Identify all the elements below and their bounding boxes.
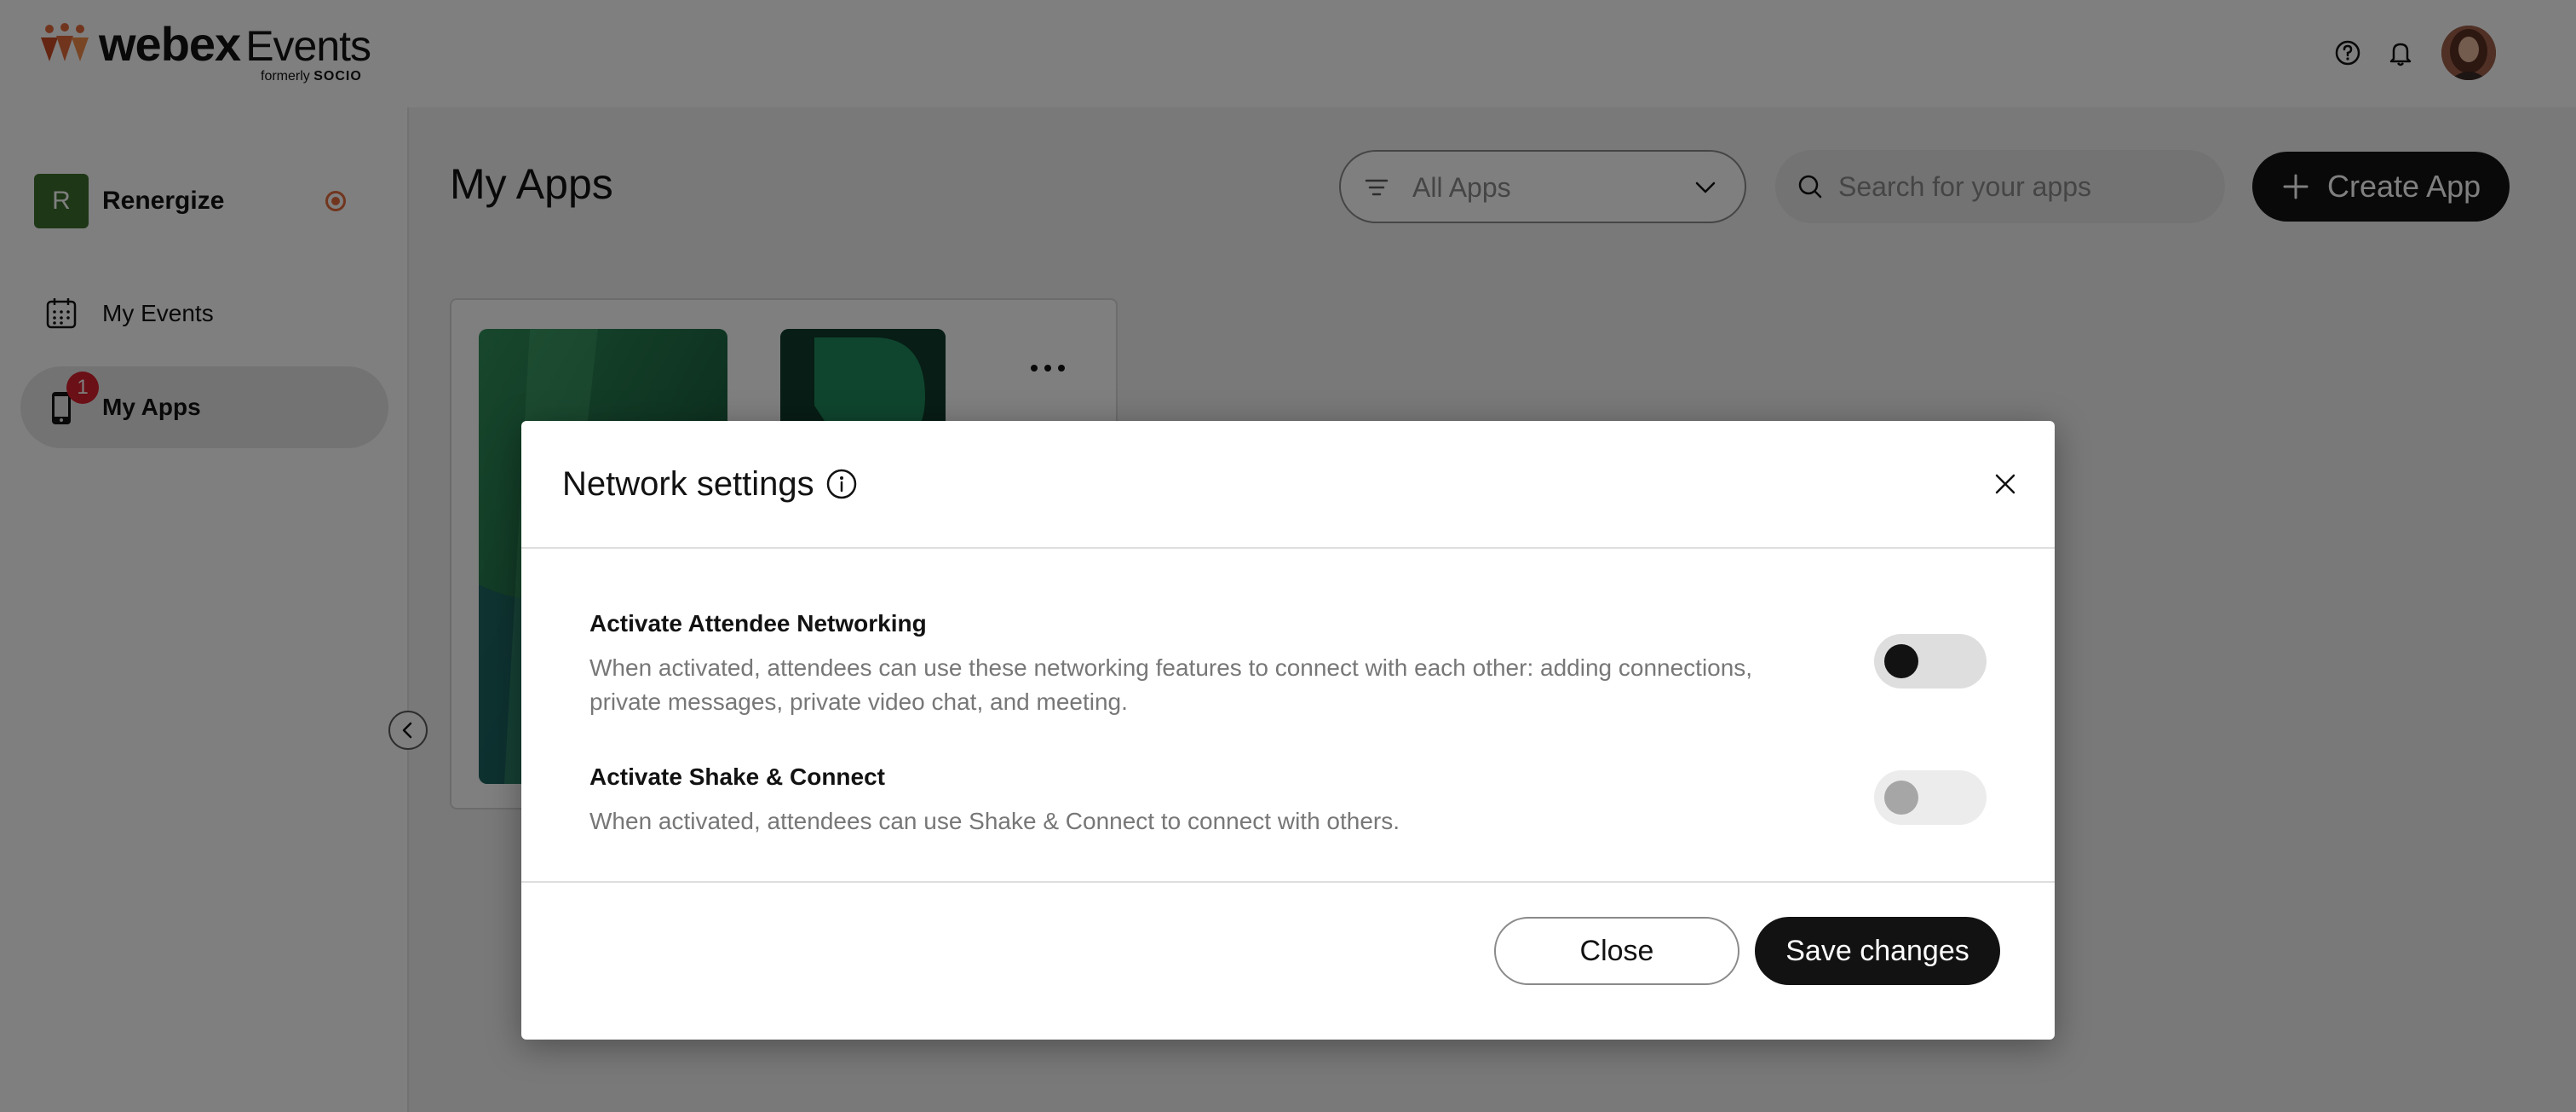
setting-title: Activate Shake & Connect (589, 763, 885, 790)
dialog-title: Network settings (562, 465, 814, 503)
close-button[interactable]: Close (1494, 917, 1739, 985)
app-root: webexEvents formerly SOCIO R Renergize (0, 0, 2576, 1112)
network-settings-dialog: Network settings Activate Attendee Netwo… (521, 421, 2055, 1040)
toggle-knob (1884, 781, 1918, 815)
attendee-networking-toggle[interactable] (1874, 634, 1987, 689)
setting-shake-connect: Activate Shake & Connect When activated,… (589, 762, 1987, 847)
info-icon[interactable] (825, 467, 859, 501)
close-icon[interactable] (1987, 465, 2024, 503)
shake-connect-toggle[interactable] (1874, 770, 1987, 825)
setting-attendee-networking: Activate Attendee Networking When activa… (589, 608, 1987, 728)
setting-description: When activated, attendees can use Shake … (589, 808, 1400, 834)
dialog-footer: Close Save changes (521, 881, 2055, 1041)
toggle-knob (1884, 644, 1918, 678)
setting-title: Activate Attendee Networking (589, 610, 927, 637)
setting-description: When activated, attendees can use these … (589, 654, 1753, 715)
dialog-header: Network settings (521, 421, 2055, 549)
save-changes-button[interactable]: Save changes (1755, 917, 2000, 985)
